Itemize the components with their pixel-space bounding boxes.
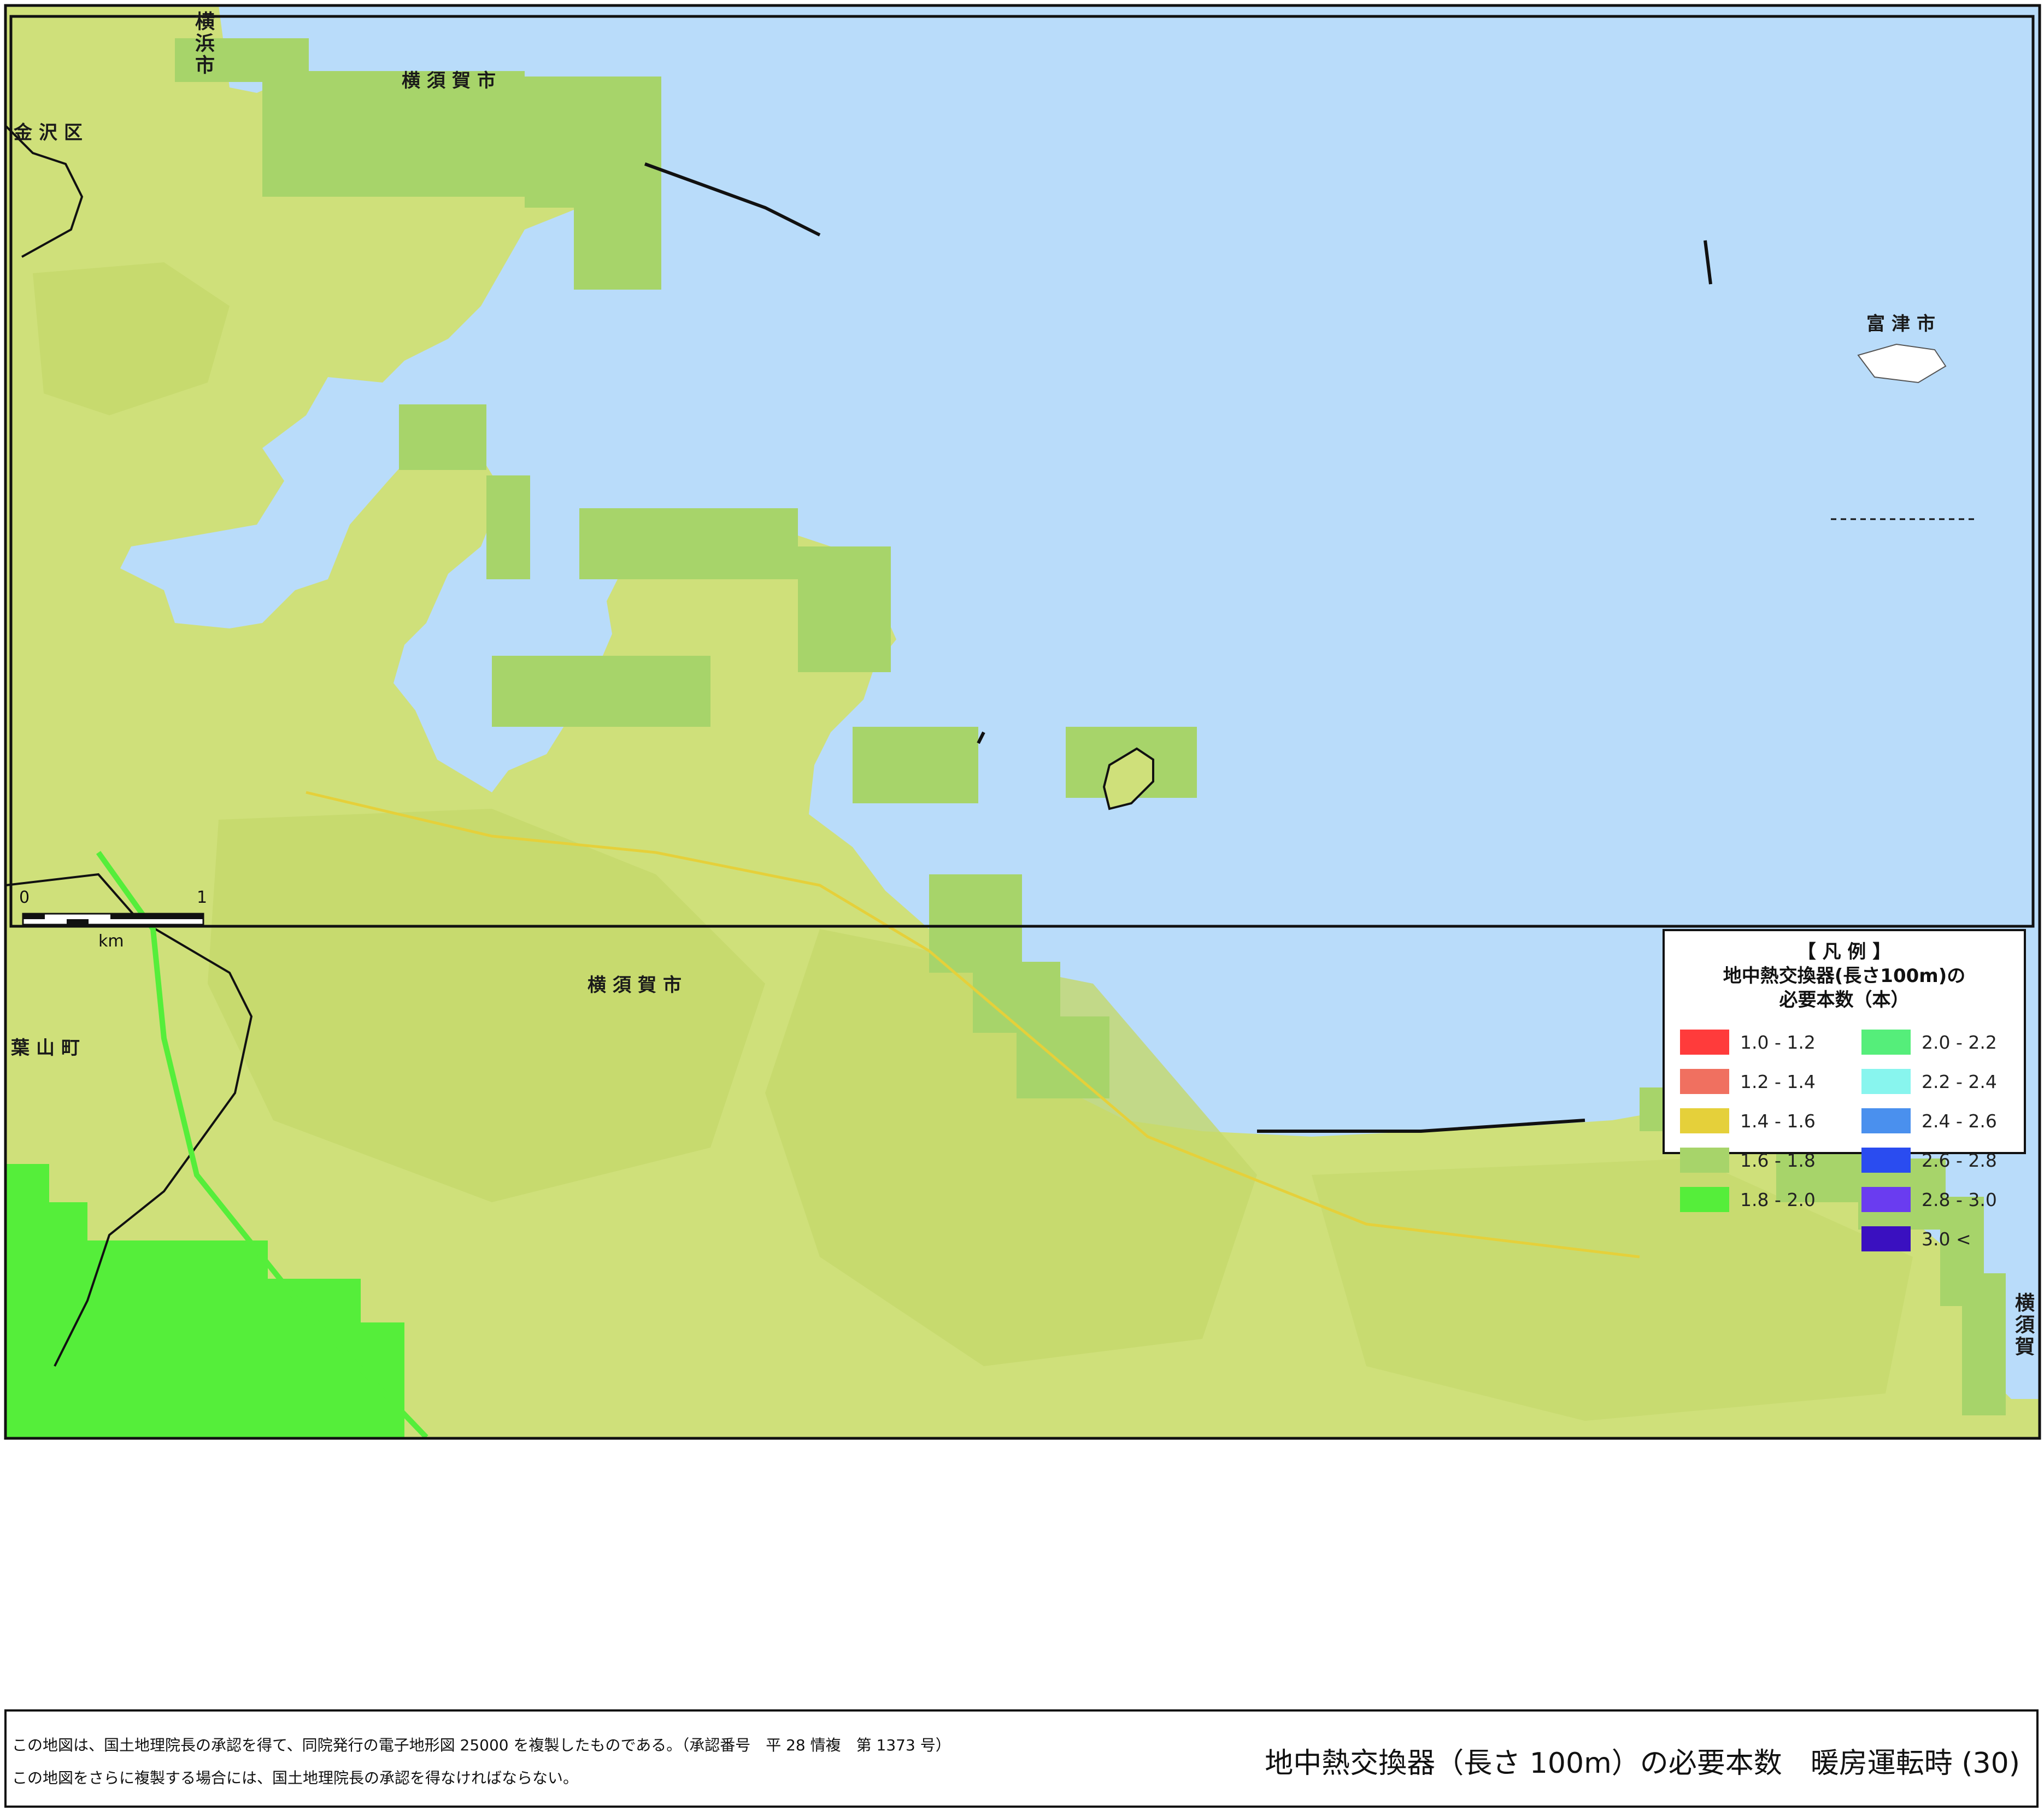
legend-label: 1.2 - 1.4 <box>1740 1071 1816 1092</box>
legend-label: 1.8 - 2.0 <box>1740 1189 1816 1210</box>
legend-subtitle: 地中熱交換器(長さ100m)の <box>1723 965 1966 987</box>
legend-label: 2.4 - 2.6 <box>1922 1110 1997 1132</box>
legend-label: 2.2 - 2.4 <box>1922 1071 1997 1092</box>
place-label-yokosuka-north: 横須賀市 <box>402 70 502 92</box>
scale-bar-graphic <box>22 913 204 926</box>
copyright-note-2: この地図をさらに複製する場合には、国土地理院長の承認を得なければならない。 <box>12 1769 579 1787</box>
copyright-note-1: この地図は、国土地理院長の承認を得て、同院発行の電子地形図 25000 を複製し… <box>12 1736 951 1754</box>
map-title: 地中熱交換器（長さ 100m）の必要本数 暖房運転時 (30) <box>1265 1747 2020 1780</box>
legend-swatch <box>1861 1148 1911 1173</box>
footer: この地図は、国土地理院長の承認を得て、同院発行の電子地形図 25000 を複製し… <box>4 1709 2039 1808</box>
place-label-yokohama: 横浜市 <box>192 11 214 77</box>
legend-swatch <box>1861 1030 1911 1055</box>
place-label-yokosuka-right: 横須賀 <box>2012 1292 2034 1358</box>
place-label-hayama: 葉山町 <box>11 1037 86 1059</box>
legend: 【 凡 例 】 地中熱交換器(長さ100m)の 必要本数（本） 1.0 - 1.… <box>1663 929 2026 1251</box>
scale-start-label: 0 <box>19 888 30 907</box>
legend-label: 1.4 - 1.6 <box>1740 1110 1816 1132</box>
place-label-yokosuka-center: 横須賀市 <box>588 974 688 996</box>
scale-bar: 0 1 km <box>16 888 235 954</box>
legend-label: 2.8 - 3.0 <box>1922 1189 1997 1210</box>
legend-unit: 必要本数（本） <box>1779 989 1910 1011</box>
legend-swatch <box>1680 1069 1729 1094</box>
legend-title: 【 凡 例 】 <box>1797 941 1892 963</box>
legend-label: 2.6 - 2.8 <box>1922 1150 1997 1171</box>
legend-label: 3.0 < <box>1922 1228 1971 1250</box>
legend-swatch <box>1680 1030 1729 1055</box>
legend-swatch <box>1680 1187 1729 1212</box>
legend-swatch <box>1680 1148 1729 1173</box>
map-canvas <box>4 4 2041 1440</box>
scale-end-label: 1 <box>197 888 208 907</box>
legend-swatch <box>1861 1069 1911 1094</box>
place-label-kanazawa: 金沢区 <box>14 122 89 144</box>
legend-label: 2.0 - 2.2 <box>1922 1032 1997 1053</box>
legend-swatch <box>1861 1187 1911 1212</box>
scale-unit-label: km <box>98 932 124 951</box>
map-page: 横浜市 金沢区 横須賀市 横須賀市 富津市 葉山町 横須賀 0 1 km 【 凡… <box>0 0 2044 1811</box>
place-label-futtsu: 富津市 <box>1866 313 1942 335</box>
legend-label: 1.0 - 1.2 <box>1740 1032 1816 1053</box>
legend-swatch <box>1680 1108 1729 1133</box>
legend-label: 1.6 - 1.8 <box>1740 1150 1816 1171</box>
legend-swatch <box>1861 1226 1911 1251</box>
legend-swatch <box>1861 1108 1911 1133</box>
